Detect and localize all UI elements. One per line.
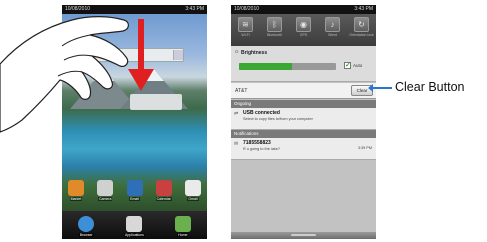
- carrier-row: AT&T Clear: [231, 83, 376, 99]
- rotate-icon: ↻: [354, 17, 369, 32]
- callout-arrow: [368, 84, 392, 92]
- quick-setting-toggle[interactable]: ↻ Orientation lock: [349, 17, 374, 46]
- dock-label: Browser: [78, 232, 94, 237]
- dock-item[interactable]: Applications: [124, 215, 145, 237]
- dock-icon: [174, 215, 191, 232]
- app-label: Market: [69, 197, 83, 201]
- figure: 10/08/2010 3:43 PM G MarketCameraEmailCa…: [0, 0, 487, 242]
- app-shortcut[interactable]: Market: [66, 180, 86, 201]
- app-label: Calendar: [155, 197, 172, 201]
- brightness-slider-fill: [239, 63, 293, 70]
- callout-label: Clear Button: [395, 80, 465, 94]
- panel-close-handle[interactable]: [231, 232, 376, 239]
- quick-settings-bar: ≋ Wi-Fi ᛒ Bluetooth ◉ GPS ♪ Silent ↻ Orientation …: [231, 14, 376, 46]
- quick-setting-label: Silent: [328, 33, 337, 37]
- silent-icon: ♪: [325, 17, 340, 32]
- brightness-slider[interactable]: [239, 63, 336, 70]
- message-icon: ✉: [234, 141, 239, 147]
- message-notification[interactable]: ✉ 7185558823 R u going to the lake? 3:39…: [231, 138, 376, 160]
- quick-setting-label: Orientation lock: [349, 33, 374, 37]
- usb-notification[interactable]: ⇌ USB connected Select to copy files to/…: [231, 108, 376, 130]
- app-icon: [68, 180, 84, 196]
- app-shortcut[interactable]: Gmail: [183, 180, 203, 201]
- quick-setting-toggle[interactable]: ≋ Wi-Fi: [234, 17, 258, 46]
- gps-icon: ◉: [296, 17, 311, 32]
- notification-time: 3:39 PM: [357, 146, 372, 150]
- notification-subtitle: Select to copy files to/from your comput…: [243, 117, 313, 121]
- brightness-panel: ☼ Brightness ✓ Auto: [231, 46, 376, 82]
- app-label: Email: [129, 197, 140, 201]
- auto-brightness-checkbox[interactable]: ✓: [344, 62, 351, 69]
- quick-setting-label: Wi-Fi: [241, 33, 250, 37]
- app-dock: Browser Applications Home: [62, 211, 207, 239]
- ongoing-header: Ongoing: [231, 100, 376, 108]
- app-icon: [155, 180, 172, 196]
- notification-title: USB connected: [243, 110, 280, 116]
- quick-setting-label: Bluetooth: [267, 33, 282, 37]
- dock-label: Applications: [124, 232, 145, 237]
- app-icon: [97, 180, 114, 196]
- wifi-icon: ≋: [238, 17, 253, 32]
- notification-subtitle: R u going to the lake?: [243, 147, 280, 151]
- dock-item[interactable]: Home: [173, 215, 193, 237]
- dock-icon: [78, 215, 95, 232]
- usb-icon: ⇌: [234, 111, 239, 117]
- app-icon: [126, 180, 143, 196]
- bluetooth-icon: ᛒ: [267, 17, 282, 32]
- carrier-name: AT&T: [235, 88, 248, 94]
- app-shortcut[interactable]: Calendar: [154, 180, 174, 201]
- quick-setting-toggle[interactable]: ᛒ Bluetooth: [263, 17, 287, 46]
- hand-gesture-illustration: [0, 16, 129, 133]
- notification-title: 7185558823: [243, 140, 271, 146]
- status-date: 10/08/2010: [234, 6, 260, 12]
- dock-item[interactable]: Browser: [76, 215, 96, 237]
- quick-setting-toggle[interactable]: ◉ GPS: [292, 17, 316, 46]
- status-bar: 10/08/2010 3:43 PM: [231, 5, 376, 14]
- app-icon: [185, 180, 201, 196]
- notification-panel-phone: 10/08/2010 3:43 PM ≋ Wi-Fi ᛒ Bluetooth ◉ GPS ♪…: [231, 5, 376, 239]
- auto-brightness-label: Auto: [353, 63, 363, 68]
- notifications-header: Notifications: [231, 130, 376, 138]
- quick-setting-toggle[interactable]: ♪ Silent: [321, 17, 345, 46]
- quick-setting-label: GPS: [299, 33, 308, 37]
- status-time: 3:43 PM: [354, 6, 373, 12]
- app-shortcut[interactable]: Email: [125, 180, 145, 201]
- app-shortcut-row: Market Camera Email Calendar Gmail: [66, 180, 203, 201]
- brightness-label: Brightness: [241, 50, 268, 56]
- dock-icon: [126, 215, 143, 232]
- app-label: Camera: [98, 197, 113, 201]
- app-label: Gmail: [187, 197, 199, 201]
- sun-icon: ☼: [234, 49, 240, 55]
- app-shortcut[interactable]: Camera: [95, 180, 115, 201]
- dock-label: Home: [177, 232, 189, 237]
